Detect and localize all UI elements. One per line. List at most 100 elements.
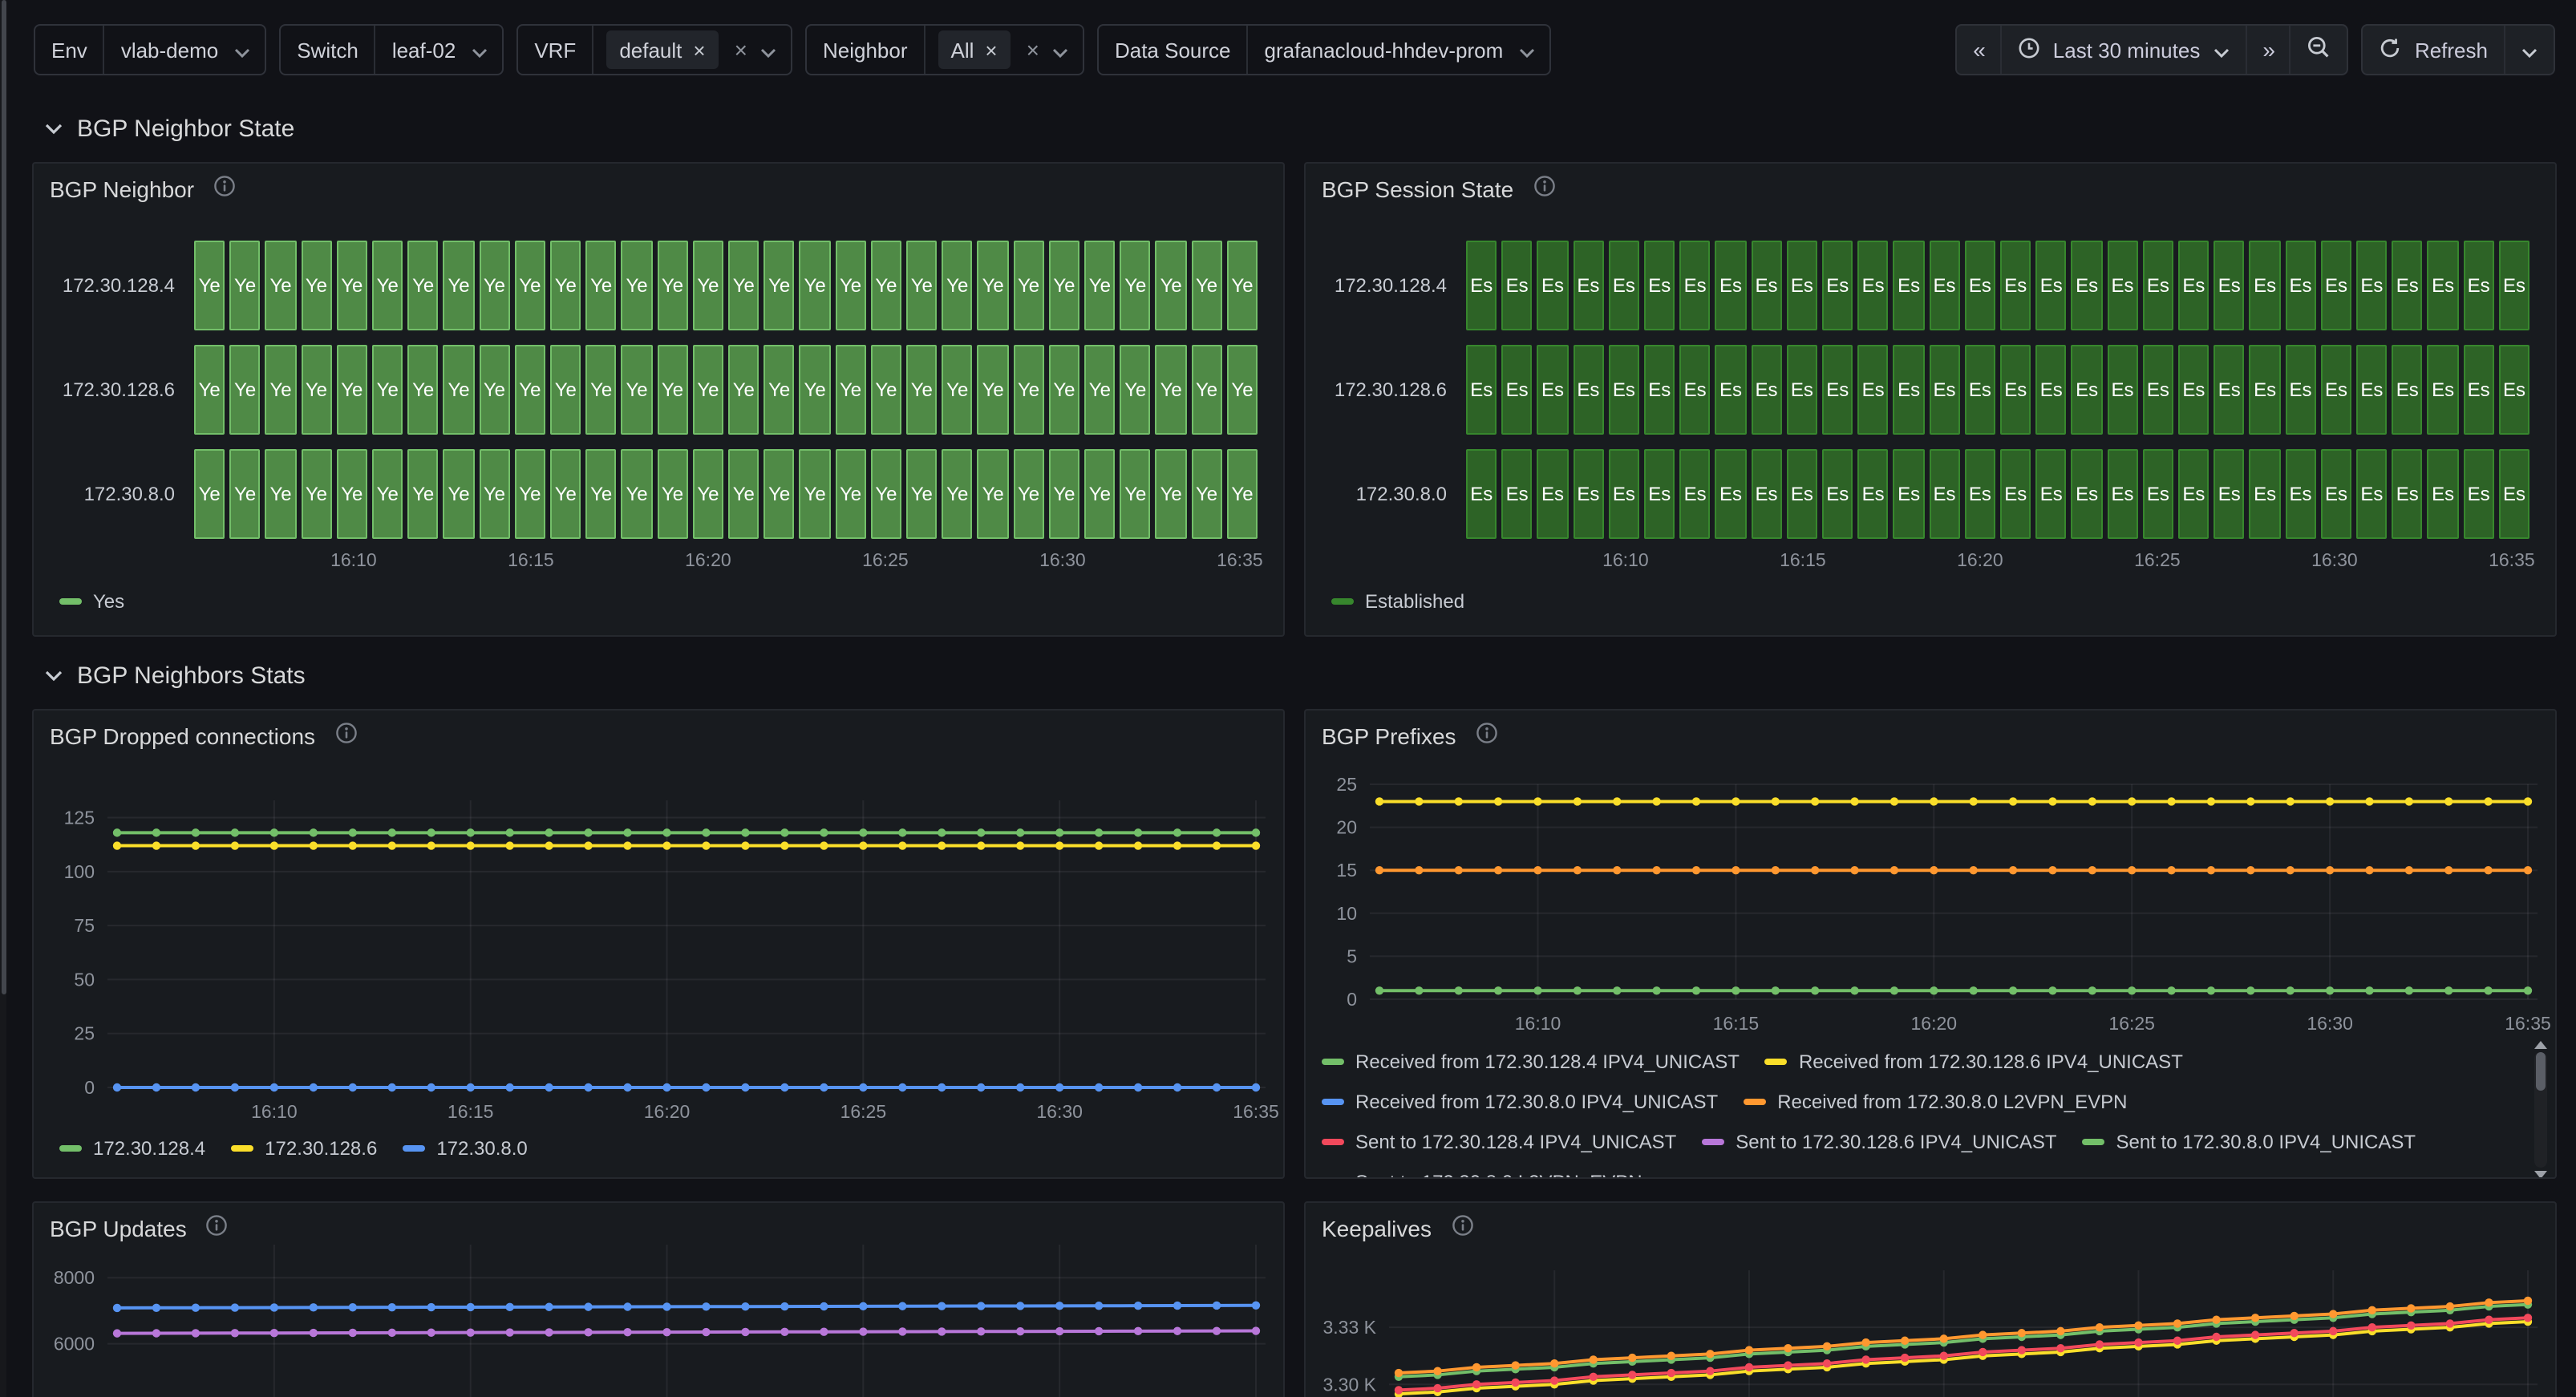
legend-item[interactable]: Received from 172.30.128.4 IPV4_UNICAST xyxy=(1322,1051,1740,1073)
info-icon[interactable] xyxy=(1533,174,1555,204)
chart-bgp-session-state[interactable]: 172.30.128.4EsEsEsEsEsEsEsEsEsEsEsEsEsEs… xyxy=(1306,164,2555,635)
timeline-cell: Es xyxy=(2463,241,2493,330)
data-point xyxy=(1415,986,1423,994)
panel-header[interactable]: BGP Updates xyxy=(34,1203,1283,1254)
data-point xyxy=(1706,1367,1714,1375)
legend-item[interactable]: Established xyxy=(1331,590,1464,613)
scroll-down-icon[interactable] xyxy=(2534,1171,2547,1179)
refresh-interval-dropdown[interactable] xyxy=(2504,26,2554,74)
legend-item[interactable]: 172.30.128.4 xyxy=(59,1137,205,1160)
chip-remove-icon[interactable]: × xyxy=(693,39,705,60)
clear-selection-icon[interactable]: × xyxy=(728,38,757,61)
legend-scrollbar[interactable] xyxy=(2533,1041,2549,1179)
timeline-cell: Ye xyxy=(337,241,367,330)
x-tick-label: 16:35 xyxy=(1233,1101,1279,1122)
timeline-cell: Es xyxy=(1894,241,1924,330)
timeline-cell: Es xyxy=(2392,449,2423,539)
filter-vrf-chip[interactable]: default × xyxy=(606,30,718,69)
panel-header[interactable]: BGP Dropped connections xyxy=(34,711,1283,762)
timeline-cell: Ye xyxy=(1120,449,1151,539)
data-point xyxy=(427,841,435,849)
filter-env[interactable]: Env vlab-demo xyxy=(34,24,266,75)
filter-neighbor-label: Neighbor xyxy=(807,38,924,62)
panel-header[interactable]: BGP Session State xyxy=(1306,164,2555,215)
y-tick-label: 125 xyxy=(64,808,95,828)
chip-remove-icon[interactable]: × xyxy=(985,39,997,60)
filter-neighbor[interactable]: Neighbor All × × xyxy=(805,24,1084,75)
x-tick-label: 16:15 xyxy=(448,1101,494,1122)
panel-header[interactable]: Keepalives xyxy=(1306,1203,2555,1254)
legend-item[interactable]: Sent to 172.30.8.0 IPV4_UNICAST xyxy=(2083,1131,2416,1153)
zoom-out-button[interactable] xyxy=(2290,26,2347,74)
filter-env-value[interactable]: vlab-demo xyxy=(105,38,231,62)
chart-bgp-dropped-connections[interactable]: 025507510012516:1016:1516:2016:2516:3016… xyxy=(34,711,1283,1177)
timeline-cell: Es xyxy=(2356,241,2387,330)
panel-header[interactable]: BGP Prefixes xyxy=(1306,711,2555,762)
filter-neighbor-chip[interactable]: All × xyxy=(938,30,1011,69)
timeline-cell: Es xyxy=(1501,241,1532,330)
time-shift-back-button[interactable]: « xyxy=(1957,26,2000,74)
filter-datasource[interactable]: Data Source grafanacloud-hhdev-prom xyxy=(1097,24,1551,75)
data-point xyxy=(1979,1348,1987,1356)
time-shift-forward-button[interactable]: » xyxy=(2245,26,2290,74)
info-icon[interactable] xyxy=(334,721,357,751)
data-point xyxy=(349,1303,357,1311)
panel-header[interactable]: BGP Neighbor xyxy=(34,164,1283,215)
clear-selection-icon[interactable]: × xyxy=(1020,38,1049,61)
filter-switch[interactable]: Switch leaf-02 xyxy=(279,24,504,75)
section-bgp-neighbors-stats[interactable]: BGP Neighbors Stats xyxy=(45,653,2576,698)
filter-vrf[interactable]: VRF default × × xyxy=(516,24,792,75)
chevrons-left-icon: « xyxy=(1973,37,1984,63)
time-range-picker[interactable]: Last 30 minutes xyxy=(2000,26,2246,74)
legend-item[interactable]: 172.30.8.0 xyxy=(403,1137,527,1160)
section-bgp-neighbor-state[interactable]: BGP Neighbor State xyxy=(45,106,2576,151)
data-point xyxy=(1890,986,1898,994)
timeline-cell: Es xyxy=(2107,241,2137,330)
filter-switch-value[interactable]: leaf-02 xyxy=(376,38,469,62)
scrollbar-thumb[interactable] xyxy=(2536,1052,2546,1091)
data-point xyxy=(1455,866,1463,874)
y-tick-label: 20 xyxy=(1336,817,1357,838)
timeline-row: YeYeYeYeYeYeYeYeYeYeYeYeYeYeYeYeYeYeYeYe… xyxy=(194,449,1258,539)
timeline-cell: Es xyxy=(1965,241,1995,330)
refresh-button[interactable]: Refresh xyxy=(2363,26,2504,74)
legend-item[interactable]: 172.30.128.6 xyxy=(231,1137,377,1160)
data-point xyxy=(545,841,553,849)
panel-bgp-dropped-connections: BGP Dropped connections 025507510012516:… xyxy=(32,709,1285,1179)
data-point xyxy=(310,841,318,849)
x-tick-label: 16:25 xyxy=(840,552,930,571)
legend-label: Sent to 172.30.128.4 IPV4_UNICAST xyxy=(1355,1131,1676,1153)
x-tick-label: 16:20 xyxy=(644,1101,691,1122)
legend-label: Yes xyxy=(93,590,124,613)
legend-item[interactable]: Sent to 172.30.8.0 L2VPN_EVPN xyxy=(1322,1171,1642,1179)
info-icon[interactable] xyxy=(1451,1213,1473,1244)
data-point xyxy=(1590,1373,1598,1381)
legend-item[interactable]: Sent to 172.30.128.6 IPV4_UNICAST xyxy=(1702,1131,2056,1153)
legend-item[interactable]: Yes xyxy=(59,590,124,613)
data-point xyxy=(859,1302,867,1310)
scroll-up-icon[interactable] xyxy=(2534,1041,2547,1049)
legend-swatch xyxy=(1331,598,1354,605)
info-icon[interactable] xyxy=(206,1213,229,1244)
legend-item[interactable]: Received from 172.30.128.6 IPV4_UNICAST xyxy=(1765,1051,2183,1073)
x-tick-label: 16:30 xyxy=(1018,552,1108,571)
data-point xyxy=(820,828,828,836)
data-point xyxy=(2048,797,2056,805)
chart-bgp-prefixes[interactable]: 051015202516:1016:1516:2016:2516:3016:35… xyxy=(1306,711,2555,1177)
data-point xyxy=(2368,1306,2376,1314)
timeline-cell: Es xyxy=(2499,449,2529,539)
page-scrollbar-thumb[interactable] xyxy=(1,0,6,994)
legend-item[interactable]: Received from 172.30.8.0 L2VPN_EVPN xyxy=(1744,1091,2127,1113)
filter-datasource-value[interactable]: grafanacloud-hhdev-prom xyxy=(1249,38,1517,62)
info-icon[interactable] xyxy=(213,174,236,204)
data-point xyxy=(1969,986,1977,994)
legend-swatch xyxy=(1765,1059,1788,1065)
info-icon[interactable] xyxy=(1476,721,1498,751)
legend-item[interactable]: Received from 172.30.8.0 IPV4_UNICAST xyxy=(1322,1091,1718,1113)
data-point xyxy=(1890,866,1898,874)
legend-item[interactable]: Sent to 172.30.128.4 IPV4_UNICAST xyxy=(1322,1131,1676,1153)
scrollbar-track[interactable] xyxy=(2534,1052,2547,1168)
data-point xyxy=(231,841,239,849)
page-scrollbar[interactable] xyxy=(0,0,6,1397)
chart-bgp-neighbor[interactable]: 172.30.128.4YeYeYeYeYeYeYeYeYeYeYeYeYeYe… xyxy=(34,164,1283,635)
